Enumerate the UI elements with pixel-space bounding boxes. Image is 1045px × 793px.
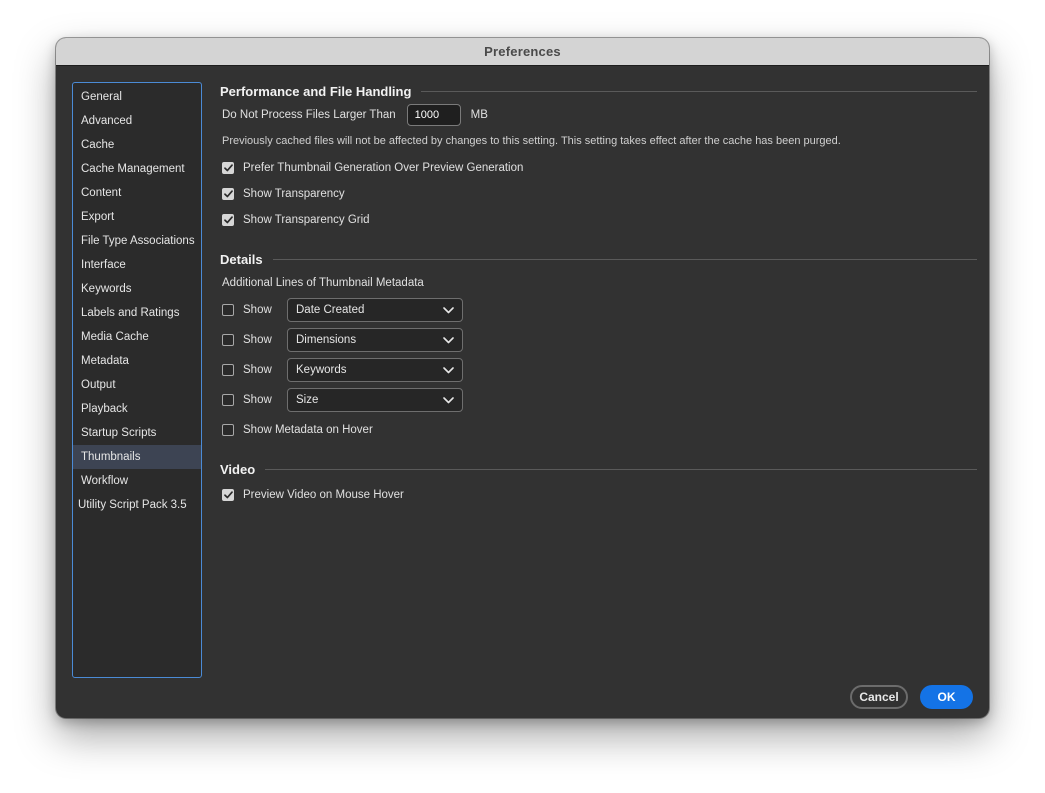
- performance-heading: Performance and File Handling: [220, 83, 412, 99]
- max-file-size-row: Do Not Process Files Larger Than 1000 MB: [222, 104, 488, 126]
- sidebar-item-cache[interactable]: Cache: [73, 133, 201, 157]
- checkbox-show-line-2[interactable]: [222, 334, 234, 346]
- option-row-show-transparency[interactable]: Show Transparency: [222, 188, 345, 200]
- metadata-line-row: Show Dimensions: [222, 328, 463, 352]
- cache-note: Previously cached files will not be affe…: [222, 135, 841, 147]
- metadata-line-4-select[interactable]: Size: [287, 388, 463, 412]
- sidebar-item-export[interactable]: Export: [73, 205, 201, 229]
- option-row-prefer-thumbnail[interactable]: Prefer Thumbnail Generation Over Preview…: [222, 162, 523, 174]
- checkmark-icon: [223, 216, 233, 224]
- video-heading: Video: [220, 461, 256, 477]
- checkbox-show-line-3[interactable]: [222, 364, 234, 376]
- metadata-line-row: Show Date Created: [222, 298, 463, 322]
- sidebar-item-workflow[interactable]: Workflow: [73, 469, 201, 493]
- sidebar-item-thumbnails[interactable]: Thumbnails: [73, 445, 201, 469]
- sidebar-item-startup-scripts[interactable]: Startup Scripts: [73, 421, 201, 445]
- sidebar-item-interface[interactable]: Interface: [73, 253, 201, 277]
- metadata-line-row: Show Keywords: [222, 358, 463, 382]
- select-value: Size: [296, 394, 319, 406]
- ok-button[interactable]: OK: [920, 685, 973, 709]
- option-row-metadata-hover[interactable]: Show Metadata on Hover: [222, 424, 373, 436]
- checkbox-transparency-grid[interactable]: [222, 214, 234, 226]
- option-row-video-preview[interactable]: Preview Video on Mouse Hover: [222, 489, 404, 501]
- checkbox-show-line-4[interactable]: [222, 394, 234, 406]
- sidebar-item-utility-script-pack[interactable]: Utility Script Pack 3.5: [73, 493, 201, 517]
- chevron-down-icon: [443, 336, 454, 343]
- sidebar-item-media-cache[interactable]: Media Cache: [73, 325, 201, 349]
- option-label: Show Metadata on Hover: [243, 424, 373, 436]
- checkbox-prefer-thumbnail[interactable]: [222, 162, 234, 174]
- checkbox-metadata-hover[interactable]: [222, 424, 234, 436]
- option-label: Show Transparency: [243, 188, 345, 200]
- sidebar-item-cache-management[interactable]: Cache Management: [73, 157, 201, 181]
- max-file-size-label: Do Not Process Files Larger Than: [222, 109, 396, 121]
- thumbnails-settings-panel: Performance and File Handling Do Not Pro…: [220, 82, 977, 642]
- checkbox-video-preview[interactable]: [222, 489, 234, 501]
- preferences-category-list[interactable]: General Advanced Cache Cache Management …: [72, 82, 202, 678]
- details-heading: Details: [220, 251, 263, 267]
- sidebar-item-general[interactable]: General: [73, 85, 201, 109]
- show-label: Show: [243, 334, 272, 346]
- option-label: Prefer Thumbnail Generation Over Preview…: [243, 162, 524, 174]
- show-label: Show: [243, 304, 272, 316]
- chevron-down-icon: [443, 396, 454, 403]
- cancel-button[interactable]: Cancel: [850, 685, 908, 709]
- video-section-header: Video: [220, 460, 977, 478]
- max-file-size-input[interactable]: 1000: [406, 104, 461, 126]
- max-file-size-unit: MB: [470, 109, 488, 121]
- select-value: Date Created: [296, 304, 365, 316]
- section-divider: [272, 258, 977, 260]
- checkbox-show-line-1[interactable]: [222, 304, 234, 316]
- sidebar-item-metadata[interactable]: Metadata: [73, 349, 201, 373]
- chevron-down-icon: [443, 366, 454, 373]
- metadata-lines-label: Additional Lines of Thumbnail Metadata: [222, 277, 424, 289]
- sidebar-item-advanced[interactable]: Advanced: [73, 109, 201, 133]
- title-bar[interactable]: Preferences: [56, 38, 989, 66]
- checkmark-icon: [223, 491, 233, 499]
- preferences-window: Preferences General Advanced Cache Cache…: [56, 38, 989, 718]
- sidebar-item-labels-and-ratings[interactable]: Labels and Ratings: [73, 301, 201, 325]
- details-section-header: Details: [220, 250, 977, 268]
- option-row-transparency-grid[interactable]: Show Transparency Grid: [222, 214, 370, 226]
- sidebar-item-playback[interactable]: Playback: [73, 397, 201, 421]
- sidebar-item-file-type-associations[interactable]: File Type Associations: [73, 229, 201, 253]
- metadata-line-1-select[interactable]: Date Created: [287, 298, 463, 322]
- checkmark-icon: [223, 164, 233, 172]
- sidebar-item-output[interactable]: Output: [73, 373, 201, 397]
- show-label: Show: [243, 364, 272, 376]
- select-value: Dimensions: [296, 334, 357, 346]
- section-divider: [421, 90, 977, 92]
- sidebar-item-content[interactable]: Content: [73, 181, 201, 205]
- checkbox-show-transparency[interactable]: [222, 188, 234, 200]
- window-title: Preferences: [484, 44, 561, 59]
- option-label: Show Transparency Grid: [243, 214, 370, 226]
- chevron-down-icon: [443, 306, 454, 313]
- metadata-line-2-select[interactable]: Dimensions: [287, 328, 463, 352]
- metadata-line-3-select[interactable]: Keywords: [287, 358, 463, 382]
- show-label: Show: [243, 394, 272, 406]
- metadata-line-row: Show Size: [222, 388, 463, 412]
- checkmark-icon: [223, 190, 233, 198]
- option-label: Preview Video on Mouse Hover: [243, 489, 404, 501]
- performance-section-header: Performance and File Handling: [220, 82, 977, 100]
- section-divider: [265, 468, 977, 470]
- select-value: Keywords: [296, 364, 347, 376]
- sidebar-item-keywords[interactable]: Keywords: [73, 277, 201, 301]
